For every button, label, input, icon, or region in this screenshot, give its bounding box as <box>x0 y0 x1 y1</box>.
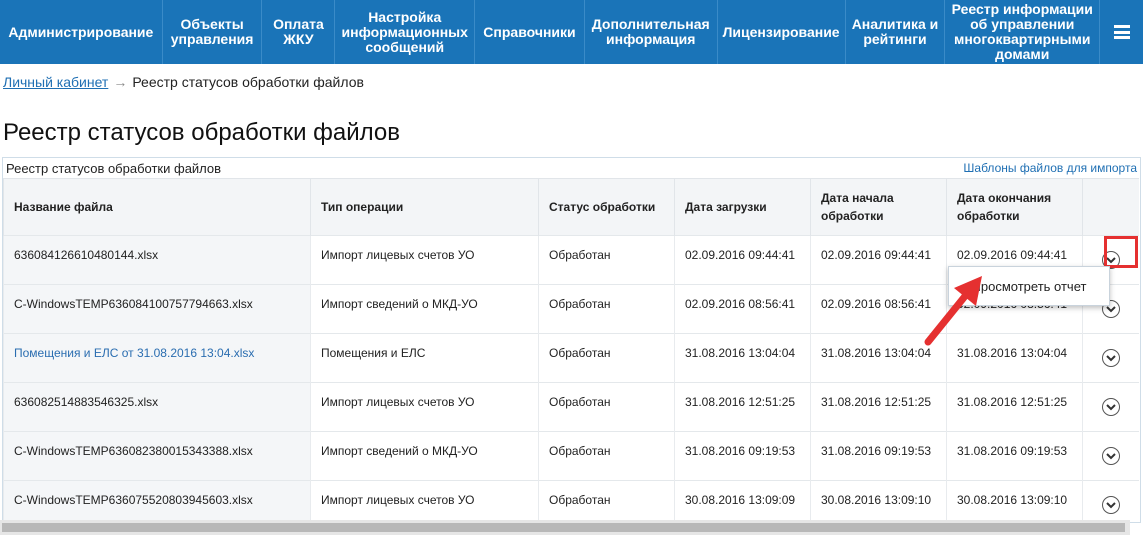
cell-filename: C-WindowsTEMP636082380015343388.xlsx <box>3 431 311 481</box>
cell-status: Обработан <box>538 333 675 383</box>
import-templates-link[interactable]: Шаблоны файлов для импорта <box>963 161 1137 175</box>
row-actions-chevron-icon[interactable] <box>1101 496 1120 515</box>
breadcrumb-current: Реестр статусов обработки файлов <box>132 74 364 90</box>
cell-end-date: 30.08.2016 13:09:10 <box>946 480 1083 522</box>
highlight-frame <box>1104 236 1138 268</box>
cell-upload-date: 02.09.2016 09:44:41 <box>674 235 811 285</box>
cell-operation: Импорт лицевых счетов УО <box>310 235 539 285</box>
column-header-operation[interactable]: Тип операции <box>310 178 539 236</box>
row-actions-chevron-icon[interactable] <box>1101 398 1120 416</box>
nav-item-administration[interactable]: Администрирование <box>0 0 162 64</box>
cell-operation: Импорт сведений о МКД-УО <box>310 431 539 481</box>
nav-item-registry-mkd[interactable]: Реестр информации об управлении многоква… <box>944 0 1099 64</box>
cell-operation: Помещения и ЕЛС <box>310 333 539 383</box>
breadcrumb-home-link[interactable]: Личный кабинет <box>3 74 108 90</box>
cell-upload-date: 31.08.2016 09:19:53 <box>674 431 811 481</box>
cell-start-date: 30.08.2016 13:09:10 <box>810 480 947 522</box>
column-header-upload-date[interactable]: Дата загрузки <box>674 178 811 236</box>
column-header-start-date[interactable]: Дата начала обработки <box>810 178 947 236</box>
nav-item-directories[interactable]: Справочники <box>474 0 584 64</box>
cell-filename: 636084126610480144.xlsx <box>3 235 311 285</box>
cell-status: Обработан <box>538 382 675 432</box>
menu-toggle-button[interactable] <box>1099 0 1143 64</box>
cell-start-date: 31.08.2016 12:51:25 <box>810 382 947 432</box>
cell-status: Обработан <box>538 431 675 481</box>
cell-start-date: 31.08.2016 09:19:53 <box>810 431 947 481</box>
nav-item-analytics[interactable]: Аналитика и рейтинги <box>844 0 945 64</box>
cell-end-date: 31.08.2016 09:19:53 <box>946 431 1083 481</box>
column-header-actions <box>1082 178 1139 236</box>
table-header-row: Название файла Тип операции Статус обраб… <box>3 178 1139 236</box>
nav-item-licensing[interactable]: Лицензирование <box>716 0 845 64</box>
cell-filename[interactable]: Помещения и ЕЛС от 31.08.2016 13:04.xlsx <box>3 333 311 383</box>
cell-upload-date: 02.09.2016 08:56:41 <box>674 284 811 334</box>
cell-filename: C-WindowsTEMP636075520803945603.xlsx <box>3 480 311 522</box>
cell-actions <box>1082 382 1139 432</box>
top-navigation: Администрирование Объекты управления Опл… <box>0 0 1143 64</box>
cell-upload-date: 30.08.2016 13:09:09 <box>674 480 811 522</box>
page-title: Реестр статусов обработки файлов <box>3 119 401 146</box>
cell-upload-date: 31.08.2016 13:04:04 <box>674 333 811 383</box>
cell-status: Обработан <box>538 284 675 334</box>
cell-actions <box>1082 480 1139 522</box>
cell-status: Обработан <box>538 235 675 285</box>
cell-actions <box>1082 333 1139 383</box>
column-header-end-date[interactable]: Дата окончания обработки <box>946 178 1083 236</box>
cell-operation: Импорт сведений о МКД-УО <box>310 284 539 334</box>
breadcrumb-separator: → <box>113 74 128 90</box>
breadcrumb: Личный кабинет → Реестр статусов обработки… <box>3 74 364 90</box>
panel-header: Реестр статусов обработки файлов Шаблоны… <box>3 158 1140 178</box>
scrollbar-thumb[interactable] <box>2 523 1125 532</box>
column-header-status[interactable]: Статус обработки <box>538 178 675 236</box>
cell-upload-date: 31.08.2016 12:51:25 <box>674 382 811 432</box>
cell-end-date: 31.08.2016 12:51:25 <box>946 382 1083 432</box>
cell-operation: Импорт лицевых счетов УО <box>310 480 539 522</box>
cell-actions <box>1082 431 1139 481</box>
annotation-arrow-icon <box>924 276 982 346</box>
row-actions-chevron-icon[interactable] <box>1101 349 1120 367</box>
nav-item-housing-payment[interactable]: Оплата ЖКУ <box>261 0 334 64</box>
column-header-filename[interactable]: Название файла <box>3 178 311 236</box>
file-status-table: Название файла Тип операции Статус обраб… <box>3 178 1139 522</box>
table-row: C-WindowsTEMP636082380015343388.xlsx Импо… <box>3 431 1139 481</box>
nav-item-additional-info[interactable]: Дополнительная информация <box>583 0 717 64</box>
cell-filename: C-WindowsTEMP636084100757794663.xlsx <box>3 284 311 334</box>
table-row: 636082514883546325.xlsx Импорт лицевых сч… <box>3 382 1139 432</box>
hamburger-icon <box>1113 25 1130 39</box>
cell-status: Обработан <box>538 480 675 522</box>
cell-operation: Импорт лицевых счетов УО <box>310 382 539 432</box>
row-actions-chevron-icon[interactable] <box>1101 447 1120 465</box>
nav-item-management-objects[interactable]: Объекты управления <box>161 0 262 64</box>
cell-filename: 636082514883546325.xlsx <box>3 382 311 432</box>
horizontal-scrollbar[interactable] <box>0 520 1130 535</box>
panel-title: Реестр статусов обработки файлов <box>6 160 222 176</box>
table-row: C-WindowsTEMP636075520803945603.xlsx Импо… <box>3 480 1139 522</box>
nav-item-message-settings[interactable]: Настройка информационных сообщений <box>334 0 474 64</box>
